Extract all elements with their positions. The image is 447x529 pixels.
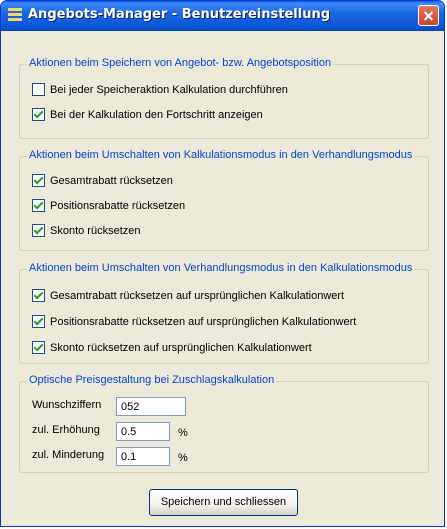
close-button[interactable] <box>418 5 439 26</box>
checkbox-label: Positionsrabatte rücksetzen <box>50 199 186 212</box>
checkbox-checked[interactable] <box>32 108 45 121</box>
checkbox-row[interactable]: Bei der Kalkulation den Fortschritt anze… <box>32 107 263 122</box>
checkbox-row[interactable]: Bei jeder Speicheraktion Kalkulation dur… <box>32 82 288 97</box>
checkbox-checked[interactable] <box>32 289 45 302</box>
checkbox-checked[interactable] <box>32 315 45 328</box>
checkbox-label: Bei der Kalkulation den Fortschritt anze… <box>50 108 263 121</box>
field-label-wunschziffern: Wunschziffern <box>32 399 102 411</box>
percent-unit: % <box>178 452 188 464</box>
settings-window: Angebots-Manager - Benutzereinstellung A… <box>0 0 445 527</box>
field-label-minderung: zul. Minderung <box>32 449 105 461</box>
field-label-erhoehung: zul. Erhöhung <box>32 424 100 436</box>
group-legend: Aktionen beim Speichern von Angebot- bzw… <box>27 57 334 69</box>
group-save-actions: Aktionen beim Speichern von Angebot- bzw… <box>19 57 429 139</box>
checkbox-label: Gesamtrabatt rücksetzen auf ursprünglich… <box>50 289 345 302</box>
checkbox-row[interactable]: Gesamtrabatt rücksetzen <box>32 173 173 188</box>
checkbox-label: Skonto rücksetzen <box>50 224 141 237</box>
save-and-close-button[interactable]: Speichern und schliessen <box>149 489 298 516</box>
checkbox-row[interactable]: Skonto rücksetzen auf ursprünglichen Kal… <box>32 340 312 355</box>
app-list-icon <box>8 8 22 22</box>
checkbox-row[interactable]: Positionsrabatte rücksetzen <box>32 198 185 213</box>
checkbox-label: Positionsrabatte rücksetzen auf ursprüng… <box>50 315 357 328</box>
window-title: Angebots-Manager - Benutzereinstellung <box>28 7 331 22</box>
group-legend: Aktionen beim Umschalten von Verhandlung… <box>27 262 415 274</box>
percent-unit: % <box>178 427 188 439</box>
checkbox-checked[interactable] <box>32 199 45 212</box>
checkbox-checked[interactable] <box>32 174 45 187</box>
checkbox-label: Skonto rücksetzen auf ursprünglichen Kal… <box>50 341 312 354</box>
checkbox-row[interactable]: Positionsrabatte rücksetzen auf ursprüng… <box>32 314 356 329</box>
checkbox-checked[interactable] <box>32 224 45 237</box>
erhoehung-input[interactable]: 0.5 <box>116 422 170 441</box>
checkbox-row[interactable]: Skonto rücksetzen <box>32 223 141 238</box>
group-legend: Aktionen beim Umschalten von Kalkulation… <box>27 149 415 161</box>
checkbox-checked[interactable] <box>32 341 45 354</box>
wunschziffern-input[interactable]: 052 <box>116 397 186 416</box>
checkbox-unchecked[interactable] <box>32 83 45 96</box>
group-switch-to-negotiation: Aktionen beim Umschalten von Kalkulation… <box>19 149 429 251</box>
checkbox-row[interactable]: Gesamtrabatt rücksetzen auf ursprünglich… <box>32 288 344 303</box>
group-price-display: Optische Preisgestaltung bei Zuschlagska… <box>19 374 429 473</box>
group-legend: Optische Preisgestaltung bei Zuschlagska… <box>27 374 277 386</box>
title-bar[interactable]: Angebots-Manager - Benutzereinstellung <box>1 1 444 31</box>
group-switch-to-calculation: Aktionen beim Umschalten von Verhandlung… <box>19 262 429 364</box>
minderung-input[interactable]: 0.1 <box>116 447 170 466</box>
checkbox-label: Gesamtrabatt rücksetzen <box>50 174 173 187</box>
checkbox-label: Bei jeder Speicheraktion Kalkulation dur… <box>50 83 288 96</box>
